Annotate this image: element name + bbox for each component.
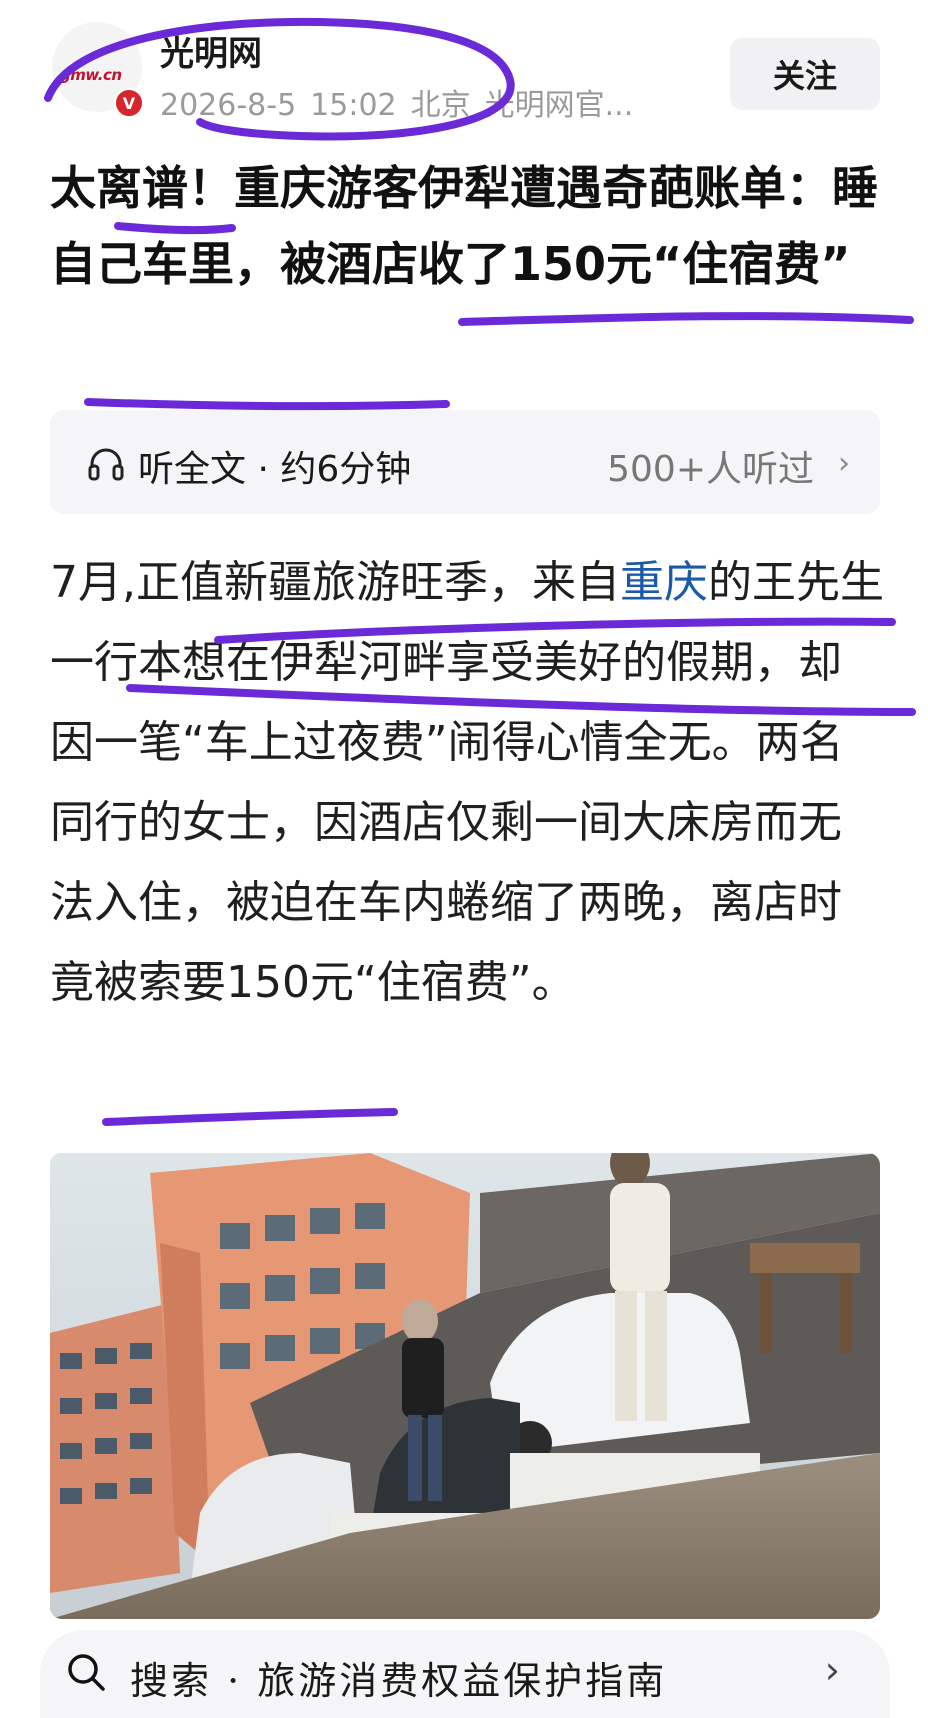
article-title: 太离谱！重庆游客伊犁遭遇奇葩账单：睡自己车里，被酒店收了150元“住宿费” xyxy=(50,161,878,291)
post-meta: 2026-8-5 15:02 北京 光明网官... xyxy=(160,80,647,124)
post-location: 北京 xyxy=(410,88,471,123)
chevron-right-icon: › xyxy=(824,1648,840,1692)
article-photo[interactable] xyxy=(50,1153,880,1619)
listen-count: 500+人听过 xyxy=(607,449,814,490)
related-search-bar[interactable]: 搜索 · 旅游消费权益保护指南 › xyxy=(40,1630,890,1718)
brand-logo: gmw.cn xyxy=(60,66,122,84)
body-text-part1: 7月,正值新疆旅游旺季，来自 xyxy=(50,557,620,608)
search-label: 搜索 · 旅游消费权益保护指南 xyxy=(130,1659,668,1703)
post-account: 光明网官... xyxy=(484,88,634,123)
photo-illustration xyxy=(50,1153,880,1619)
verified-icon: V xyxy=(114,88,144,118)
marker-underline-title-2 xyxy=(458,312,914,326)
marker-underline-title-3 xyxy=(84,398,450,411)
search-icon xyxy=(68,1654,105,1691)
chongqing-link[interactable]: 重庆 xyxy=(620,557,708,608)
chevron-right-icon: › xyxy=(838,446,850,481)
post-date: 2026-8-5 xyxy=(160,88,297,123)
source-name[interactable]: 光明网 xyxy=(160,26,262,75)
listen-bar[interactable]: 听全文 · 约6分钟 500+人听过 › xyxy=(50,410,880,514)
article-body: 7月,正值新疆旅游旺季，来自重庆的王先生一行本想在伊犁河畔享受美好的假期，却因一… xyxy=(50,543,885,1023)
headphone-icon xyxy=(88,448,124,481)
post-time: 15:02 xyxy=(310,88,397,123)
follow-button[interactable]: 关注 xyxy=(730,38,880,110)
marker-underline-body-3 xyxy=(102,1108,398,1126)
listen-label: 听全文 · 约6分钟 xyxy=(138,449,412,490)
body-text-part2: 的王先生一行本想在伊犁河畔享受美好的假期，却因一笔“车上过夜费”闹得心情全无。两… xyxy=(50,557,884,1008)
avatar[interactable]: gmw.cn V xyxy=(52,22,144,118)
